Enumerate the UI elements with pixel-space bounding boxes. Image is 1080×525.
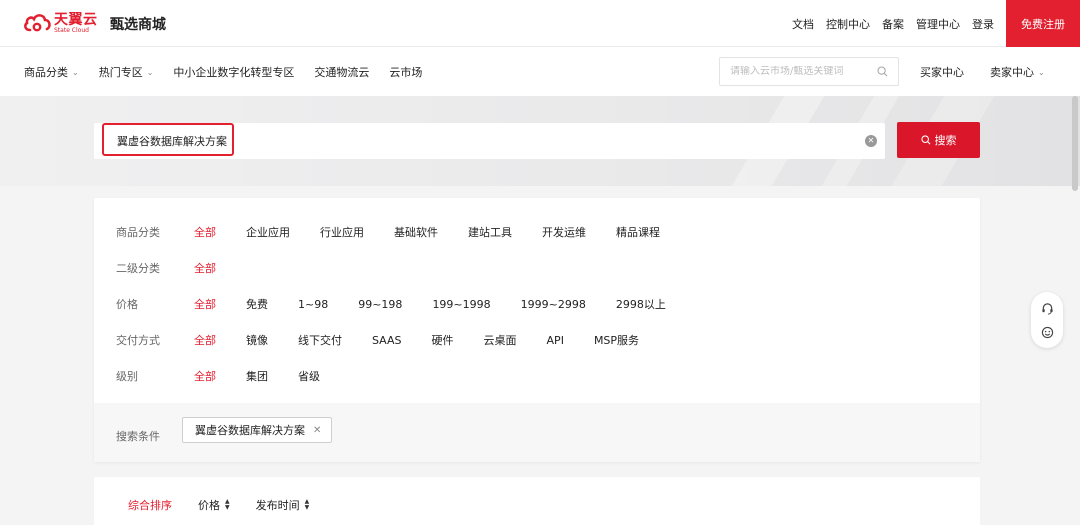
cloud-logo-icon: [24, 14, 51, 32]
filter-row-category: 商品分类 全部 企业应用 行业应用 基础软件 建站工具 开发运维 精品课程: [116, 224, 690, 240]
close-icon[interactable]: ✕: [313, 425, 321, 436]
filter-option[interactable]: 云桌面: [484, 332, 517, 348]
search-icon[interactable]: [877, 66, 888, 77]
nav-search-input[interactable]: [730, 66, 870, 77]
filter-option[interactable]: 行业应用: [320, 224, 364, 240]
filter-option[interactable]: 全部: [194, 260, 216, 276]
filter-option[interactable]: 线下交付: [298, 332, 342, 348]
top-link-management[interactable]: 管理中心: [916, 16, 960, 32]
sort-options: 综合排序 价格 ▲ ▼ 发布时间 ▲ ▼: [128, 497, 309, 513]
logo-text: 天翼云 State Cloud: [54, 13, 98, 34]
nav-right: 买家中心 卖家中心 ⌄: [920, 64, 1045, 80]
filter-row-price: 价格 全部 免费 1~98 99~198 199~1998 1999~2998 …: [116, 296, 696, 312]
chevron-down-icon: ⌄: [72, 67, 79, 77]
top-link-docs[interactable]: 文档: [792, 16, 814, 32]
nav-item-label: 中小企业数字化转型专区: [173, 66, 295, 79]
filter-row-delivery: 交付方式 全部 镜像 线下交付 SAAS 硬件 云桌面 API MSP服务: [116, 332, 669, 348]
filter-option[interactable]: 99~198: [358, 298, 402, 311]
filter-option[interactable]: 建站工具: [468, 224, 512, 240]
filter-option[interactable]: 199~1998: [432, 298, 490, 311]
search-condition-tag-label: 翼虚谷数据库解决方案: [195, 424, 305, 437]
filter-label: 交付方式: [116, 334, 160, 347]
filter-option[interactable]: 全部: [194, 368, 216, 384]
nav-search-box[interactable]: [719, 57, 899, 86]
nav-item-label: 交通物流云: [314, 66, 370, 79]
nav-item-transport-cloud[interactable]: 交通物流云: [314, 64, 369, 80]
search-icon: [920, 135, 930, 145]
filter-option[interactable]: 1~98: [298, 298, 328, 311]
filter-label: 商品分类: [116, 226, 160, 239]
filter-label: 价格: [116, 298, 138, 311]
logo-en: State Cloud: [54, 26, 89, 34]
filter-option[interactable]: 硬件: [432, 332, 454, 348]
search-condition-tag: 翼虚谷数据库解决方案 ✕: [182, 417, 333, 443]
filter-option[interactable]: 2998以上: [616, 296, 666, 312]
sort-option-comprehensive[interactable]: 综合排序: [128, 497, 172, 513]
sort-arrows-icon: ▲ ▼: [304, 498, 310, 511]
register-button[interactable]: 免费注册: [1006, 0, 1080, 47]
floating-support-widget: [1031, 292, 1063, 348]
search-conditions-bar: 搜索条件 翼虚谷数据库解决方案 ✕: [94, 403, 980, 462]
filter-option[interactable]: 集团: [246, 368, 268, 384]
filter-option[interactable]: 开发运维: [542, 224, 586, 240]
filter-label: 二级分类: [116, 262, 160, 275]
search-button[interactable]: 搜索: [897, 122, 980, 158]
logo-cn: 天翼云: [54, 11, 98, 28]
smiley-feedback-icon[interactable]: [1041, 326, 1054, 339]
page-scrollbar[interactable]: [1072, 96, 1078, 191]
chevron-down-icon: ⌄: [146, 67, 154, 77]
filter-option[interactable]: 镜像: [246, 332, 268, 348]
nav-item-cloud-market[interactable]: 云市场: [389, 64, 422, 80]
filter-option[interactable]: API: [547, 334, 564, 347]
nav-item-label: 云市场: [389, 66, 423, 79]
top-link-icp-filing[interactable]: 备案: [882, 16, 904, 32]
filter-option[interactable]: 省级: [298, 368, 320, 384]
filter-panel: 商品分类 全部 企业应用 行业应用 基础软件 建站工具 开发运维 精品课程 二级…: [94, 198, 980, 462]
sort-option-label: 价格: [198, 499, 220, 512]
filter-option[interactable]: 基础软件: [394, 224, 438, 240]
filter-option[interactable]: 精品课程: [616, 224, 660, 240]
sort-arrows-icon: ▲ ▼: [225, 498, 230, 511]
filter-option[interactable]: 1999~2998: [521, 298, 586, 311]
seller-center-label: 卖家中心: [990, 66, 1034, 79]
sort-option-label: 发布时间: [255, 499, 300, 512]
top-links: 文档 控制中心 备案 管理中心 登录: [792, 16, 994, 32]
buyer-center-link[interactable]: 买家中心: [920, 64, 964, 80]
nav-item-label: 热门专区: [98, 66, 143, 79]
nav-item-categories[interactable]: 商品分类 ⌄: [24, 64, 79, 80]
nav-menu: 商品分类 ⌄ 热门专区 ⌄ 中小企业数字化转型专区 交通物流云 云市场: [24, 64, 442, 80]
sort-option-publish-time[interactable]: 发布时间 ▲ ▼: [256, 497, 310, 513]
sort-bar: 综合排序 价格 ▲ ▼ 发布时间 ▲ ▼: [94, 477, 980, 525]
filter-label: 级别: [116, 370, 138, 383]
filter-option[interactable]: 全部: [194, 296, 216, 312]
top-bar: 天翼云 State Cloud 甄选商城 文档 控制中心 备案 管理中心 登录 …: [0, 0, 1080, 47]
sort-option-price[interactable]: 价格 ▲ ▼: [198, 497, 230, 513]
seller-center-menu[interactable]: 卖家中心 ⌄: [990, 64, 1045, 80]
filter-option[interactable]: 全部: [194, 224, 216, 240]
clear-icon[interactable]: ✕: [865, 135, 877, 147]
filter-option[interactable]: MSP服务: [594, 332, 639, 348]
filter-option[interactable]: 免费: [246, 296, 268, 312]
main-search-input[interactable]: 翼虚谷数据库解决方案: [117, 133, 227, 149]
page-title: 甄选商城: [110, 17, 166, 33]
search-button-label: 搜索: [934, 134, 957, 147]
top-link-console[interactable]: 控制中心: [826, 16, 870, 32]
nav-bar: 商品分类 ⌄ 热门专区 ⌄ 中小企业数字化转型专区 交通物流云 云市场 买家中心…: [0, 47, 1080, 96]
nav-item-sme-digital[interactable]: 中小企业数字化转型专区: [173, 64, 294, 80]
filter-row-level: 级别 全部 集团 省级: [116, 368, 350, 384]
top-link-login[interactable]: 登录: [972, 16, 994, 32]
filter-option[interactable]: SAAS: [372, 334, 402, 347]
brand-logo[interactable]: 天翼云 State Cloud: [22, 12, 98, 34]
nav-item-hot-zone[interactable]: 热门专区 ⌄: [99, 64, 154, 80]
search-conditions-label: 搜索条件: [116, 430, 160, 443]
filter-row-subcategory: 二级分类 全部: [116, 260, 246, 276]
nav-item-label: 商品分类: [24, 66, 68, 79]
filter-option[interactable]: 全部: [194, 332, 216, 348]
headset-icon[interactable]: [1041, 302, 1054, 315]
filter-option[interactable]: 企业应用: [246, 224, 290, 240]
chevron-down-icon: ⌄: [1038, 67, 1045, 77]
